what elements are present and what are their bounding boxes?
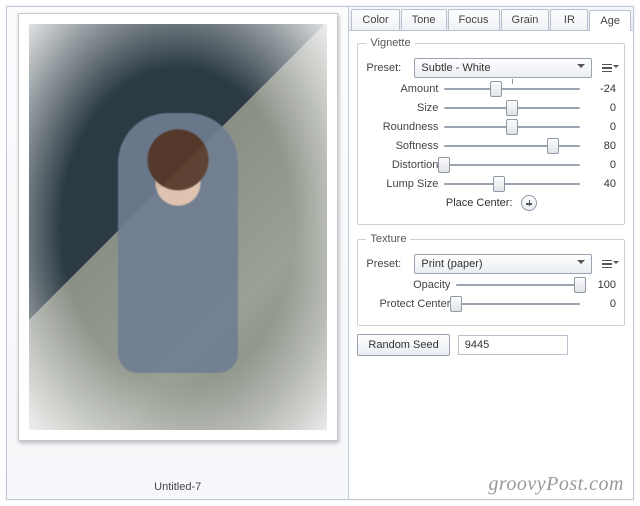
vignette-preset-value: Subtle - White: [421, 62, 490, 74]
tab-age[interactable]: Age: [589, 10, 631, 31]
amount-value: -24: [586, 83, 616, 95]
texture-preset-label: Preset:: [366, 258, 408, 270]
texture-preset-combo[interactable]: Print (paper): [414, 254, 592, 274]
vignette-preset-menu-icon[interactable]: [598, 59, 616, 77]
image-content: [29, 24, 327, 430]
size-label: Size: [366, 102, 438, 114]
random-seed-field[interactable]: 9445: [458, 335, 568, 355]
group-vignette-legend: Vignette: [366, 37, 414, 49]
texture-preset-value: Print (paper): [421, 258, 482, 270]
texture-preset-menu-icon[interactable]: [598, 255, 616, 273]
vignette-preset-label: Preset:: [366, 62, 408, 74]
tab-grain[interactable]: Grain: [501, 9, 550, 30]
amount-label: Amount: [366, 83, 438, 95]
amount-slider[interactable]: [444, 81, 580, 97]
vignette-preset-combo[interactable]: Subtle - White: [414, 58, 592, 78]
tab-tone[interactable]: Tone: [401, 9, 447, 30]
place-center-label: Place Center:: [446, 197, 513, 209]
place-center-button[interactable]: [521, 195, 537, 211]
lumpsize-slider[interactable]: [444, 176, 580, 192]
protect-center-slider[interactable]: [456, 296, 580, 312]
random-seed-label: Random Seed: [368, 339, 438, 351]
opacity-slider[interactable]: [456, 277, 580, 293]
roundness-label: Roundness: [366, 121, 438, 133]
app-window: Untitled-7 Color Tone Focus Grain IR Age…: [6, 6, 634, 500]
opacity-value: 100: [586, 279, 616, 291]
distortion-value: 0: [586, 159, 616, 171]
tab-focus[interactable]: Focus: [448, 9, 500, 30]
roundness-value: 0: [586, 121, 616, 133]
lumpsize-value: 40: [586, 178, 616, 190]
protect-center-label: Protect Center: [366, 298, 450, 310]
size-slider[interactable]: [444, 100, 580, 116]
protect-center-value: 0: [586, 298, 616, 310]
tab-panel-age: Vignette Preset: Subtle - White Amount -…: [349, 31, 633, 499]
softness-slider[interactable]: [444, 138, 580, 154]
image-canvas[interactable]: [18, 13, 338, 441]
lumpsize-label: Lump Size: [366, 178, 438, 190]
random-seed-button[interactable]: Random Seed: [357, 334, 449, 356]
tab-color[interactable]: Color: [351, 9, 399, 30]
tab-bar: Color Tone Focus Grain IR Age: [349, 7, 633, 31]
group-vignette: Vignette Preset: Subtle - White Amount -…: [357, 37, 625, 225]
distortion-slider[interactable]: [444, 157, 580, 173]
distortion-label: Distortion: [366, 159, 438, 171]
image-title: Untitled-7: [154, 473, 201, 499]
softness-label: Softness: [366, 140, 438, 152]
controls-pane: Color Tone Focus Grain IR Age Vignette P…: [348, 7, 633, 499]
softness-value: 80: [586, 140, 616, 152]
roundness-slider[interactable]: [444, 119, 580, 135]
size-value: 0: [586, 102, 616, 114]
opacity-label: Opacity: [366, 279, 450, 291]
tab-ir[interactable]: IR: [550, 9, 588, 30]
group-texture: Texture Preset: Print (paper) Opacity 10…: [357, 233, 625, 326]
random-seed-value: 9445: [465, 339, 489, 351]
preview-pane: Untitled-7: [7, 7, 348, 499]
group-texture-legend: Texture: [366, 233, 410, 245]
